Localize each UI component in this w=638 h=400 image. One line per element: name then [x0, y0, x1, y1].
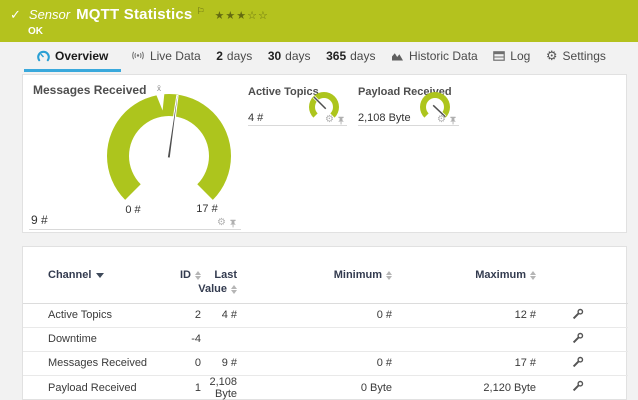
sort-icon [231, 285, 237, 294]
sort-icon [386, 271, 392, 280]
channel-last-value: 4 # [205, 303, 245, 327]
status-check-icon: ✓ [10, 7, 21, 23]
historic-chart-icon [391, 51, 404, 61]
tab-2-days[interactable]: 2 days [210, 42, 258, 72]
rating-stars[interactable]: ★★★☆☆ [215, 9, 269, 22]
tab-log[interactable]: Log [487, 42, 536, 72]
channel-settings-gear-icon[interactable]: ⚙ [217, 218, 226, 228]
channel-name: Active Topics [23, 303, 173, 327]
page-title: MQTT Statistics [76, 6, 192, 23]
channel-minimum: 0 # [245, 303, 400, 327]
edit-channel-wrench-icon[interactable] [572, 332, 584, 347]
primary-gauge-max: 17 # [187, 203, 227, 215]
sensor-header: ✓ Sensor MQTT Statistics ⚐ ★★★☆☆ OK [0, 0, 638, 42]
secondary-gauge-actions: ⚙ [325, 115, 345, 125]
tab-label: days [227, 49, 252, 63]
secondary-gauge-value: 4 # [248, 112, 263, 124]
channel-minimum: 0 # [245, 351, 400, 375]
col-header-actions [544, 247, 628, 303]
divider [358, 125, 459, 126]
channel-id: 2 [173, 303, 205, 327]
channel-last-value: 2,108 Byte [205, 375, 245, 400]
sensor-label: Sensor [29, 7, 70, 22]
channel-minimum [245, 327, 400, 351]
table-header-row: Channel ID Last Value Minimum Maximum [23, 247, 628, 303]
channel-maximum: 12 # [400, 303, 544, 327]
table-row[interactable]: Messages Received 0 9 # 0 # 17 # [23, 351, 628, 375]
primary-gauge-min: 0 # [113, 204, 153, 216]
tab-number: 365 [326, 49, 346, 63]
tab-number: 2 [216, 49, 223, 63]
primary-gauge-actions: ⚙ [217, 218, 237, 228]
tab-label: Historic Data [409, 49, 478, 63]
tab-label: Log [510, 49, 530, 63]
tab-label: days [350, 49, 375, 63]
channel-name: Messages Received [23, 351, 173, 375]
flag-icon[interactable]: ⚐ [196, 6, 204, 17]
col-header-maximum[interactable]: Maximum [400, 247, 544, 303]
table-row[interactable]: Active Topics 2 4 # 0 # 12 # [23, 303, 628, 327]
channel-maximum: 17 # [400, 351, 544, 375]
average-marker-label: x̄ [151, 84, 167, 93]
channel-last-value: 9 # [205, 351, 245, 375]
divider [29, 229, 241, 230]
channels-panel: Channel ID Last Value Minimum Maximum [22, 246, 627, 400]
channel-settings-gear-icon[interactable]: ⚙ [325, 115, 334, 125]
channel-maximum: 2,120 Byte [400, 375, 544, 400]
col-header-minimum[interactable]: Minimum [245, 247, 400, 303]
channel-id: 1 [173, 375, 205, 400]
sort-icon [195, 271, 201, 280]
channel-id: 0 [173, 351, 205, 375]
channel-maximum [400, 327, 544, 351]
pin-icon[interactable] [337, 116, 345, 125]
tab-label: Settings [563, 49, 606, 63]
edit-channel-wrench-icon[interactable] [572, 380, 584, 395]
tab-30-days[interactable]: 30 days [262, 42, 317, 72]
status-badge: OK [28, 26, 43, 37]
tab-live-data[interactable]: Live Data [125, 42, 207, 72]
log-icon [493, 51, 505, 61]
sort-icon [530, 271, 536, 280]
table-row[interactable]: Payload Received 1 2,108 Byte 0 Byte 2,1… [23, 375, 628, 400]
secondary-gauge-actions: ⚙ [437, 115, 457, 125]
tab-label: days [285, 49, 310, 63]
tab-settings[interactable]: ⚙ Settings [540, 42, 612, 72]
table-row[interactable]: Downtime -4 [23, 327, 628, 351]
sorted-desc-icon [96, 273, 104, 278]
tab-365-days[interactable]: 365 days [320, 42, 381, 72]
tab-bar: Overview Live Data 2 days 30 days 365 da… [0, 42, 638, 72]
gauges-panel: Messages Received x̄ 0 # 17 # 9 # ⚙ Acti… [22, 74, 627, 233]
gauge-icon [37, 50, 50, 62]
tab-label: Live Data [150, 49, 201, 63]
pin-icon[interactable] [229, 219, 237, 228]
live-data-icon [131, 50, 145, 61]
divider [248, 125, 347, 126]
edit-channel-wrench-icon[interactable] [572, 356, 584, 371]
secondary-gauge-value: 2,108 Byte [358, 112, 411, 124]
tab-label: Overview [55, 49, 108, 63]
col-header-last-value[interactable]: Last Value [205, 247, 245, 303]
channel-settings-gear-icon[interactable]: ⚙ [437, 115, 446, 125]
channel-name: Downtime [23, 327, 173, 351]
tab-overview[interactable]: Overview [24, 42, 121, 72]
col-header-channel[interactable]: Channel [23, 247, 173, 303]
channels-table: Channel ID Last Value Minimum Maximum [23, 247, 628, 400]
channel-last-value [205, 327, 245, 351]
tab-historic-data[interactable]: Historic Data [385, 42, 484, 72]
tab-number: 30 [268, 49, 281, 63]
edit-channel-wrench-icon[interactable] [572, 308, 584, 323]
gear-icon: ⚙ [546, 49, 558, 62]
channel-name: Payload Received [23, 375, 173, 400]
primary-gauge-value: 9 # [31, 213, 48, 227]
channel-id: -4 [173, 327, 205, 351]
pin-icon[interactable] [449, 116, 457, 125]
channel-minimum: 0 Byte [245, 375, 400, 400]
